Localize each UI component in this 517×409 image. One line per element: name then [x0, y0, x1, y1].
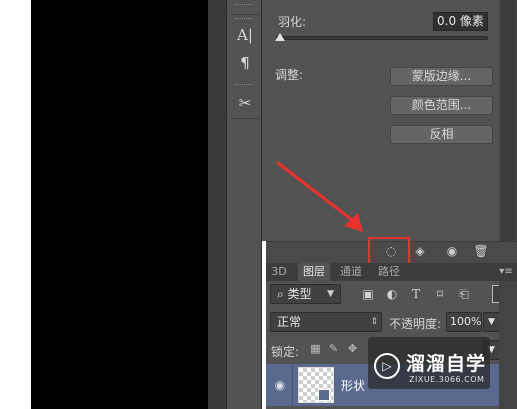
color-range-button[interactable]: 颜色范围...: [390, 96, 493, 115]
document-canvas[interactable]: [31, 0, 208, 409]
grip-handle[interactable]: [235, 4, 253, 6]
lock-pixels-icon[interactable]: ✎: [327, 342, 340, 356]
divider: [292, 364, 293, 406]
visibility-icon[interactable]: ◉: [443, 242, 461, 260]
chevron-updown-icon: ⇕: [370, 317, 378, 327]
layer-name[interactable]: 形状: [341, 377, 365, 394]
tool-presets-icon[interactable]: ✂: [231, 91, 259, 115]
lock-label: 锁定:: [271, 345, 300, 359]
filter-type-icon[interactable]: T: [408, 285, 424, 303]
filter-pixel-icon[interactable]: ▣: [360, 285, 376, 303]
watermark-url: ZIXUE.3066.COM: [409, 375, 485, 384]
layers-scrollbar[interactable]: [499, 281, 517, 409]
character-icon[interactable]: A|: [231, 23, 259, 47]
lock-position-icon[interactable]: ✥: [346, 342, 359, 356]
divider: [231, 14, 259, 15]
properties-scrollbar[interactable]: [501, 0, 515, 241]
chevron-down-icon: ▼: [327, 289, 334, 299]
blend-mode-label: 正常: [277, 315, 302, 329]
search-icon: ⌕: [277, 287, 288, 301]
filter-adjustment-icon[interactable]: ◐: [384, 285, 400, 303]
filter-kind-dropdown[interactable]: ⌕ 类型 ▼: [270, 284, 341, 304]
opacity-label: 不透明度:: [389, 317, 442, 331]
blend-mode-dropdown[interactable]: 正常 ⇕: [270, 312, 382, 332]
filter-shape-icon[interactable]: ⌑: [432, 285, 448, 303]
grip-handle[interactable]: [235, 18, 253, 20]
tab-channels[interactable]: 通道: [336, 263, 366, 281]
feather-slider[interactable]: [276, 36, 488, 40]
filter-smart-object-icon[interactable]: ⎗: [456, 285, 472, 303]
feather-value-field[interactable]: 0.0 像素: [433, 12, 488, 31]
tab-layers[interactable]: 图层: [298, 263, 330, 281]
highlight-box: [368, 237, 410, 265]
grip-handle[interactable]: [235, 84, 253, 86]
paragraph-icon[interactable]: ¶: [231, 51, 259, 75]
feather-label: 羽化:: [278, 15, 307, 29]
dock-gutter: [208, 0, 226, 409]
shape-layer-icon: [318, 389, 330, 401]
apply-mask-icon[interactable]: ◈: [411, 242, 429, 260]
watermark-title: 溜溜自学: [406, 353, 487, 375]
feather-slider-thumb[interactable]: [275, 33, 285, 41]
opacity-dropdown-button[interactable]: ▼: [483, 312, 500, 332]
panel-menu-icon[interactable]: ▾≡: [498, 265, 514, 279]
mask-edge-button[interactable]: 蒙版边缘...: [390, 67, 493, 86]
divider: [231, 118, 259, 119]
eye-icon[interactable]: ◉: [272, 377, 288, 393]
delete-icon[interactable]: 🗑: [472, 242, 490, 260]
opacity-field[interactable]: 100%: [446, 312, 482, 332]
invert-button[interactable]: 反相: [390, 125, 493, 144]
panel-icon-strip: A| ¶ ✂: [226, 0, 262, 409]
tab-3d[interactable]: 3D: [268, 263, 290, 281]
adjust-label: 调整:: [275, 68, 304, 82]
red-arrow-annotation: [276, 161, 363, 232]
filter-kind-label: 类型: [287, 287, 312, 301]
lock-transparency-icon[interactable]: ▦: [309, 342, 322, 356]
tab-paths[interactable]: 路径: [374, 263, 404, 281]
play-logo-icon: ▷: [374, 353, 400, 379]
